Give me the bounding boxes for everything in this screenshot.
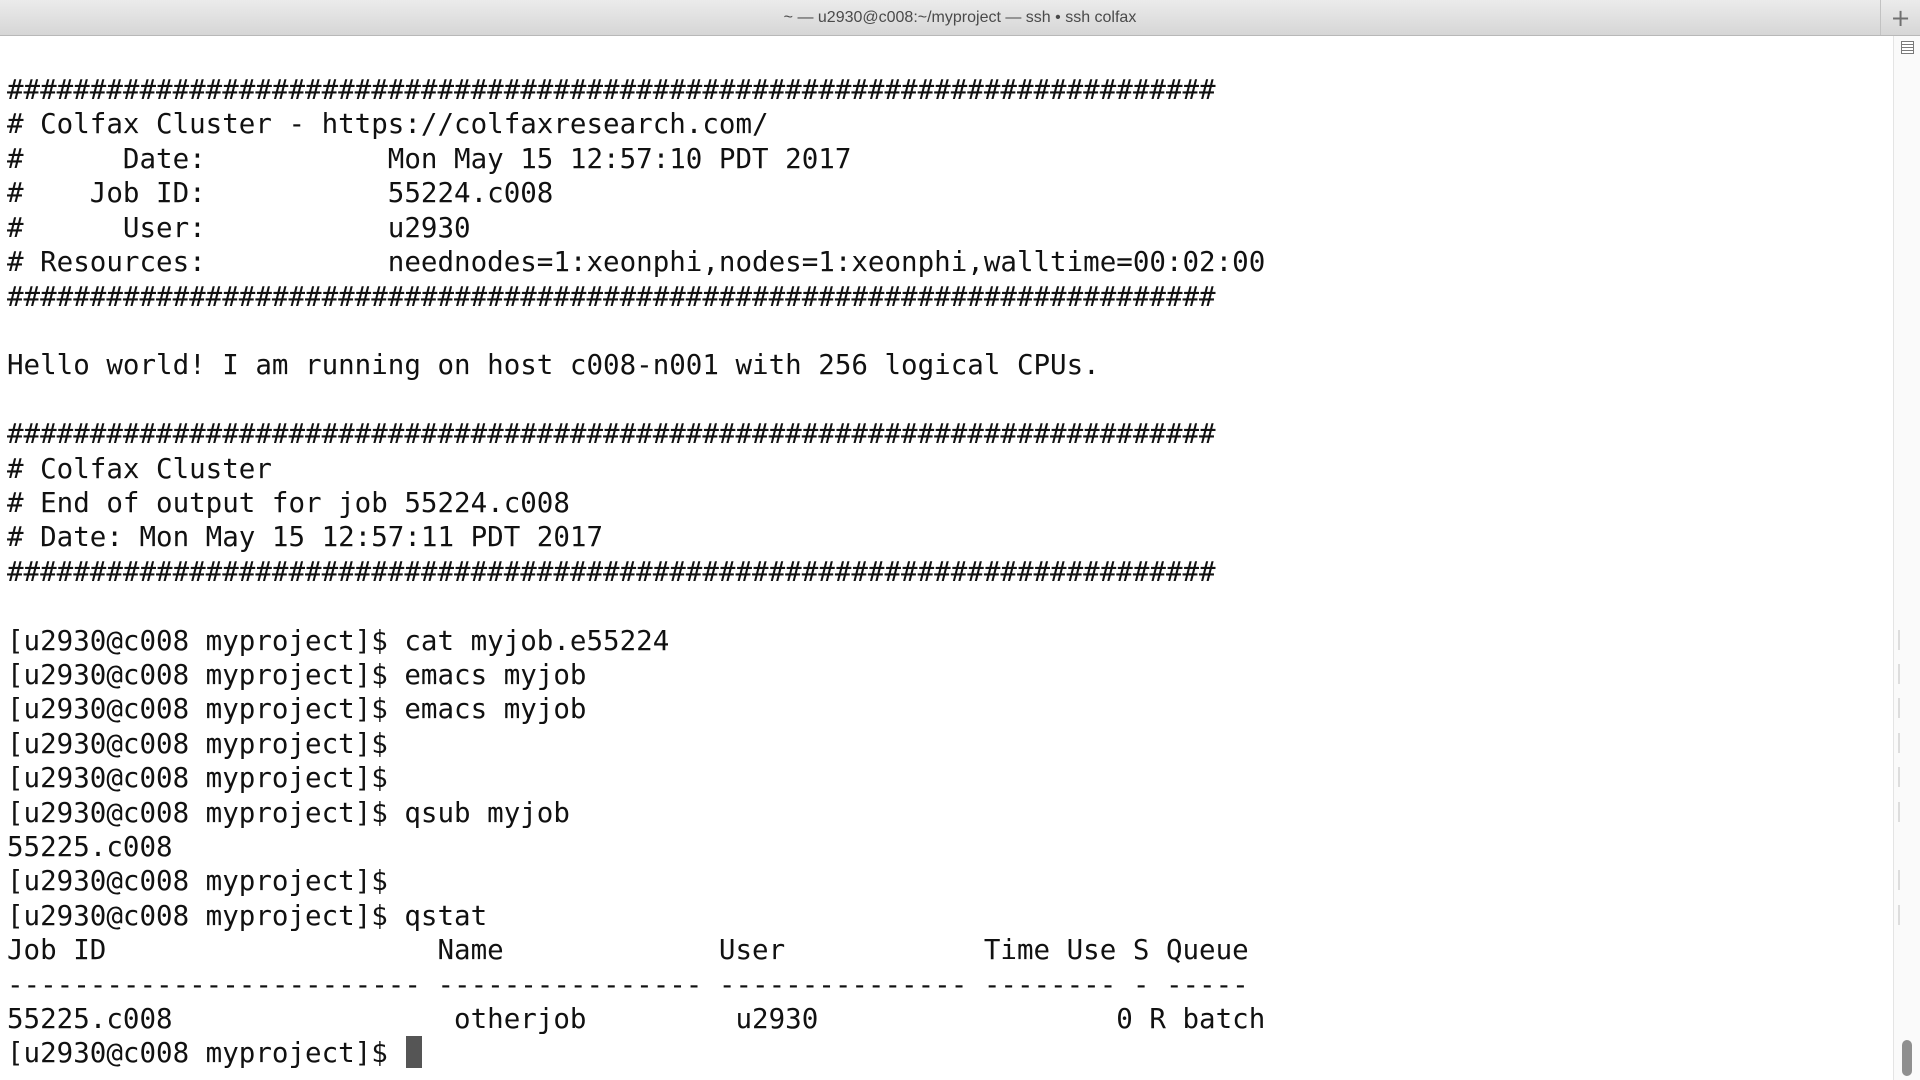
terminal-line: # Resources: neednodes=1:xeonphi,nodes=1…: [7, 246, 1266, 278]
terminal-line: ########################################…: [7, 556, 1216, 588]
scroll-mark: [1898, 767, 1900, 787]
terminal-output[interactable]: ########################################…: [0, 36, 1893, 1080]
scroll-mark: [1898, 733, 1900, 753]
terminal-line: 55225.c008 otherjob u2930 0 R batch: [7, 1003, 1266, 1035]
scroll-mark: [1898, 870, 1900, 890]
terminal-line: [u2930@c008 myproject]$ qsub myjob: [7, 797, 570, 829]
terminal-line: Hello world! I am running on host c008-n…: [7, 349, 1100, 381]
terminal-line: [u2930@c008 myproject]$: [7, 865, 388, 897]
scroll-mark: [1898, 630, 1900, 650]
terminal-line: Job ID Name User Time Use S Queue: [7, 934, 1249, 966]
terminal-window: ~ — u2930@c008:~/myproject — ssh • ssh c…: [0, 0, 1920, 1080]
scroll-mark: [1898, 905, 1900, 925]
terminal-line: # Job ID: 55224.c008: [7, 177, 554, 209]
terminal-line: # User: u2930: [7, 212, 471, 244]
terminal-line: [u2930@c008 myproject]$ emacs myjob: [7, 693, 587, 725]
terminal-line: 55225.c008: [7, 831, 173, 863]
scroll-thumb[interactable]: [1902, 1040, 1912, 1076]
terminal-line: # Colfax Cluster: [7, 453, 272, 485]
terminal-line: # Date: Mon May 15 12:57:11 PDT 2017: [7, 521, 604, 553]
terminal-line: # Date: Mon May 15 12:57:10 PDT 2017: [7, 143, 852, 175]
scroll-mark: [1898, 698, 1900, 718]
terminal-line: # Colfax Cluster - https://colfaxresearc…: [7, 108, 769, 140]
title-bar[interactable]: ~ — u2930@c008:~/myproject — ssh • ssh c…: [0, 0, 1920, 36]
prompt-text: [u2930@c008 myproject]$: [7, 1037, 405, 1069]
terminal-line: ########################################…: [7, 281, 1216, 313]
terminal-line: [u2930@c008 myproject]$ cat myjob.e55224: [7, 625, 670, 657]
terminal-line: ------------------------- --------------…: [7, 969, 1249, 1001]
scrollbar[interactable]: [1893, 36, 1920, 1080]
terminal-line: # End of output for job 55224.c008: [7, 487, 570, 519]
text-cursor: [406, 1036, 423, 1068]
terminal-line: [u2930@c008 myproject]$ qstat: [7, 900, 488, 932]
new-tab-button[interactable]: +: [1880, 0, 1920, 35]
terminal-line: ########################################…: [7, 74, 1216, 106]
scroll-mark: [1898, 802, 1900, 822]
terminal-line: [u2930@c008 myproject]$: [7, 728, 388, 760]
window-title: ~ — u2930@c008:~/myproject — ssh • ssh c…: [783, 9, 1137, 26]
scrollback-menu-icon[interactable]: [1901, 41, 1914, 54]
terminal-line: [u2930@c008 myproject]$ emacs myjob: [7, 659, 587, 691]
terminal-line: ########################################…: [7, 418, 1216, 450]
scroll-mark: [1898, 664, 1900, 684]
terminal-prompt-line[interactable]: [u2930@c008 myproject]$: [7, 1036, 423, 1070]
terminal-line: [u2930@c008 myproject]$: [7, 762, 388, 794]
